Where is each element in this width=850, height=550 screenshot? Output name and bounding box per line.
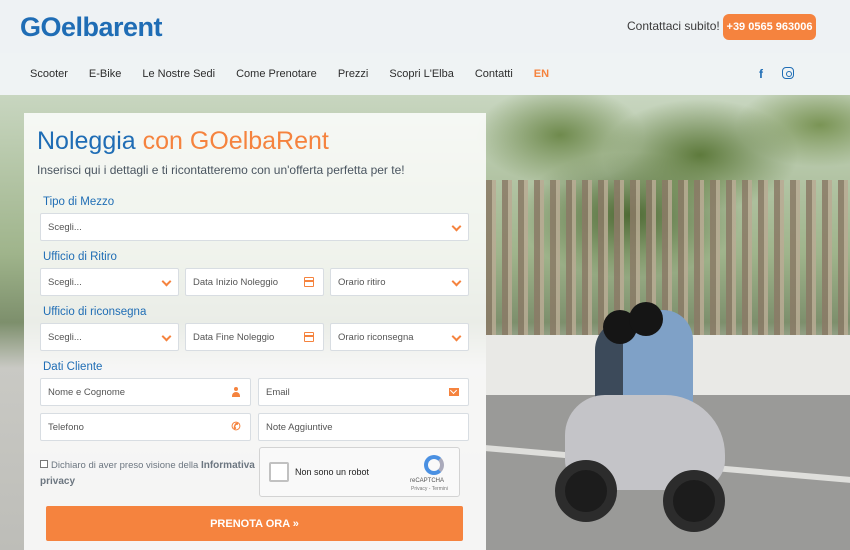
contact-label: Contattaci subito! [627, 19, 720, 33]
nav-item-sedi[interactable]: Le Nostre Sedi [142, 68, 215, 80]
scooter-wheel [555, 460, 617, 522]
return-date-placeholder: Data Fine Noleggio [193, 331, 275, 343]
notes-input[interactable]: Note Aggiuntive [258, 413, 469, 441]
chevron-down-icon [451, 221, 462, 232]
pickup-office-value: Scegli... [48, 276, 82, 288]
nav-item-scopri-elba[interactable]: Scopri L'Elba [389, 68, 453, 80]
notes-placeholder: Note Aggiuntive [266, 421, 333, 433]
name-input[interactable]: Nome e Cognome [40, 378, 251, 406]
calendar-icon [304, 277, 314, 287]
chevron-down-icon [451, 331, 462, 342]
form-title-accent: con GOelbaRent [142, 127, 329, 155]
nav-item-scooter[interactable]: Scooter [30, 68, 68, 80]
privacy-checkbox[interactable] [40, 460, 48, 468]
email-placeholder: Email [266, 386, 290, 398]
logo-text: GOelbarent [20, 11, 163, 42]
phone-placeholder: Telefono [48, 421, 84, 433]
site-logo[interactable]: GOelbarent [20, 10, 163, 44]
pickup-date-placeholder: Data Inizio Noleggio [193, 276, 279, 288]
envelope-icon [449, 388, 459, 396]
nav-item-ebike[interactable]: E-Bike [89, 68, 121, 80]
return-date-input[interactable]: Data Fine Noleggio [185, 323, 324, 351]
form-title-main: Noleggia [37, 127, 136, 155]
nav-list: Scooter E-Bike Le Nostre Sedi Come Preno… [30, 53, 570, 95]
phone-button[interactable]: +39 0565 963006 [723, 14, 816, 40]
calendar-icon [304, 332, 314, 342]
chevron-down-icon [161, 331, 172, 342]
pickup-office-select[interactable]: Scegli... [40, 268, 179, 296]
top-bar: GOelbarent Contattaci subito! +39 0565 9… [0, 0, 850, 53]
recaptcha-label: Non sono un robot [295, 467, 370, 477]
submit-button[interactable]: PRENOTA ORA » [46, 506, 463, 541]
pickup-time-value: Orario ritiro [338, 276, 386, 288]
return-time-value: Orario riconsegna [338, 331, 414, 343]
vehicle-type-label: Tipo di Mezzo [43, 196, 115, 208]
phone-icon: ✆ [231, 421, 241, 433]
vehicle-type-select[interactable]: Scegli... [40, 213, 469, 241]
return-office-value: Scegli... [48, 331, 82, 343]
scooter-wheel [663, 470, 725, 532]
instagram-icon[interactable] [782, 67, 794, 79]
recaptcha-checkbox[interactable] [269, 462, 289, 482]
return-office-select[interactable]: Scegli... [40, 323, 179, 351]
form-title: Noleggia con GOelbaRent [37, 127, 329, 156]
nav-item-come-prenotare[interactable]: Come Prenotare [236, 68, 317, 80]
customer-data-label: Dati Cliente [43, 361, 103, 373]
helmet [629, 302, 663, 336]
pickup-date-input[interactable]: Data Inizio Noleggio [185, 268, 324, 296]
phone-input[interactable]: Telefono ✆ [40, 413, 251, 441]
return-time-select[interactable]: Orario riconsegna [330, 323, 469, 351]
main-navigation: Scooter E-Bike Le Nostre Sedi Come Preno… [0, 53, 850, 95]
language-switch[interactable]: EN [534, 68, 549, 80]
privacy-consent: Dichiaro di aver preso visione della Inf… [40, 458, 255, 490]
pickup-office-label: Ufficio di Ritiro [43, 251, 117, 263]
email-input[interactable]: Email [258, 378, 469, 406]
nav-item-prezzi[interactable]: Prezzi [338, 68, 369, 80]
recaptcha-icon [424, 455, 444, 475]
recaptcha-brand: reCAPTCHA [410, 478, 445, 484]
name-placeholder: Nome e Cognome [48, 386, 126, 398]
pickup-time-select[interactable]: Orario ritiro [330, 268, 469, 296]
recaptcha-widget: Non sono un robot reCAPTCHA Privacy - Te… [259, 447, 460, 497]
return-office-label: Ufficio di riconsegna [43, 306, 147, 318]
form-subtitle: Inserisci qui i dettagli e ti ricontatte… [37, 163, 405, 177]
chevron-down-icon [161, 276, 172, 287]
vehicle-type-value: Scegli... [48, 221, 82, 233]
recaptcha-terms[interactable]: Privacy - Termini [411, 486, 448, 492]
scooter-riders-image [555, 300, 735, 540]
privacy-text: Dichiaro di aver preso visione della [51, 460, 199, 471]
nav-item-contatti[interactable]: Contatti [475, 68, 513, 80]
user-icon [231, 387, 241, 397]
facebook-icon[interactable]: f [754, 67, 768, 81]
booking-form-panel: Noleggia con GOelbaRent Inserisci qui i … [24, 113, 486, 550]
chevron-down-icon [451, 276, 462, 287]
